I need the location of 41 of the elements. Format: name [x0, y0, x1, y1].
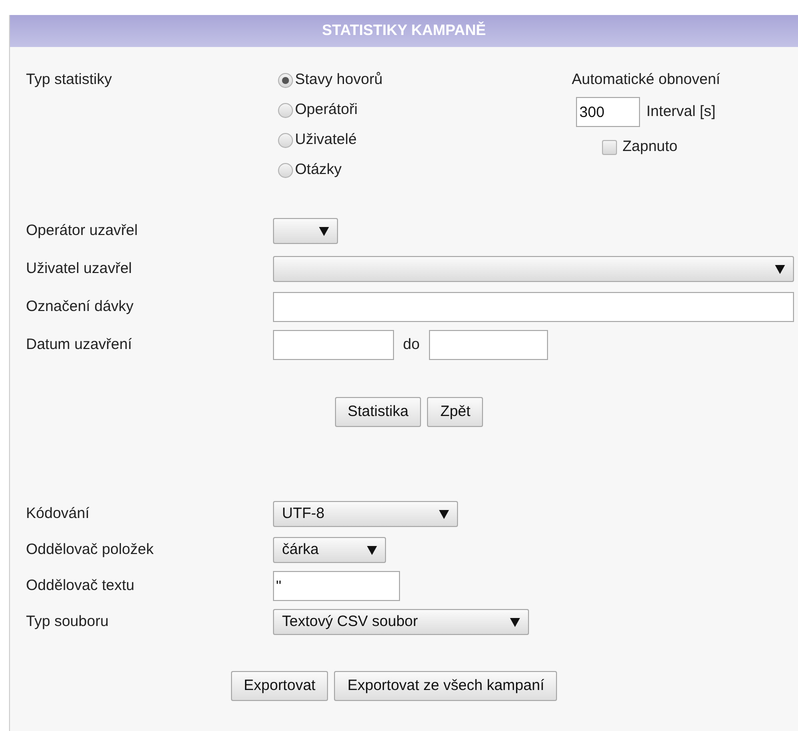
field-label: Typ souboru: [26, 612, 110, 632]
field-label: Oddělovač textu: [26, 576, 136, 596]
radio-button[interactable]: [278, 132, 293, 148]
caret-icon: [439, 510, 449, 518]
action-button[interactable]: Zpět: [427, 397, 484, 427]
caret-icon: [510, 618, 520, 626]
action-button[interactable]: Exportovat: [230, 671, 328, 701]
radio-button[interactable]: [278, 72, 293, 88]
input-field[interactable]: [273, 292, 794, 322]
field-label: Uživatel uzavřel: [26, 258, 133, 279]
field-label: Operátor uzavřel: [26, 220, 139, 241]
dropdown[interactable]: [273, 218, 338, 244]
field-label: Kódování: [26, 504, 90, 524]
date-field[interactable]: [428, 330, 548, 360]
date-field[interactable]: [273, 330, 394, 360]
field-label: Datum uzavření: [26, 334, 133, 355]
radio-label: Operátoři: [295, 100, 358, 120]
radio-label: Uživatelé: [295, 130, 357, 150]
range-separator: do: [403, 334, 420, 355]
caret-icon: [775, 264, 785, 274]
section-title: Automatické obnovení: [572, 70, 720, 90]
dropdown[interactable]: čárka: [273, 537, 386, 563]
radio-label: Stavy hovorů: [295, 70, 383, 90]
panel-header: STATISTIKY KAMPANĚ: [10, 15, 798, 47]
radio-button[interactable]: [278, 102, 293, 118]
radio-label: Otázky: [295, 160, 342, 180]
action-button[interactable]: Statistika: [334, 397, 422, 427]
caret-icon: [367, 546, 377, 554]
dropdown[interactable]: UTF-8: [273, 501, 458, 527]
field-label: Označení dávky: [26, 296, 135, 317]
action-button[interactable]: Exportovat ze všech kampaní: [334, 671, 558, 701]
input-field[interactable]: ": [273, 571, 400, 601]
caret-icon: [319, 226, 329, 236]
dropdown[interactable]: Textový CSV soubor: [273, 609, 529, 635]
radio-button[interactable]: [278, 162, 293, 178]
checkbox-label: Zapnuto: [622, 136, 678, 157]
interval-label: Interval [s]: [646, 102, 716, 122]
checkbox[interactable]: [602, 140, 618, 154]
field-label: Typ statistiky: [26, 70, 113, 90]
interval-field[interactable]: 300: [576, 97, 640, 127]
field-label: Oddělovač položek: [26, 540, 155, 560]
